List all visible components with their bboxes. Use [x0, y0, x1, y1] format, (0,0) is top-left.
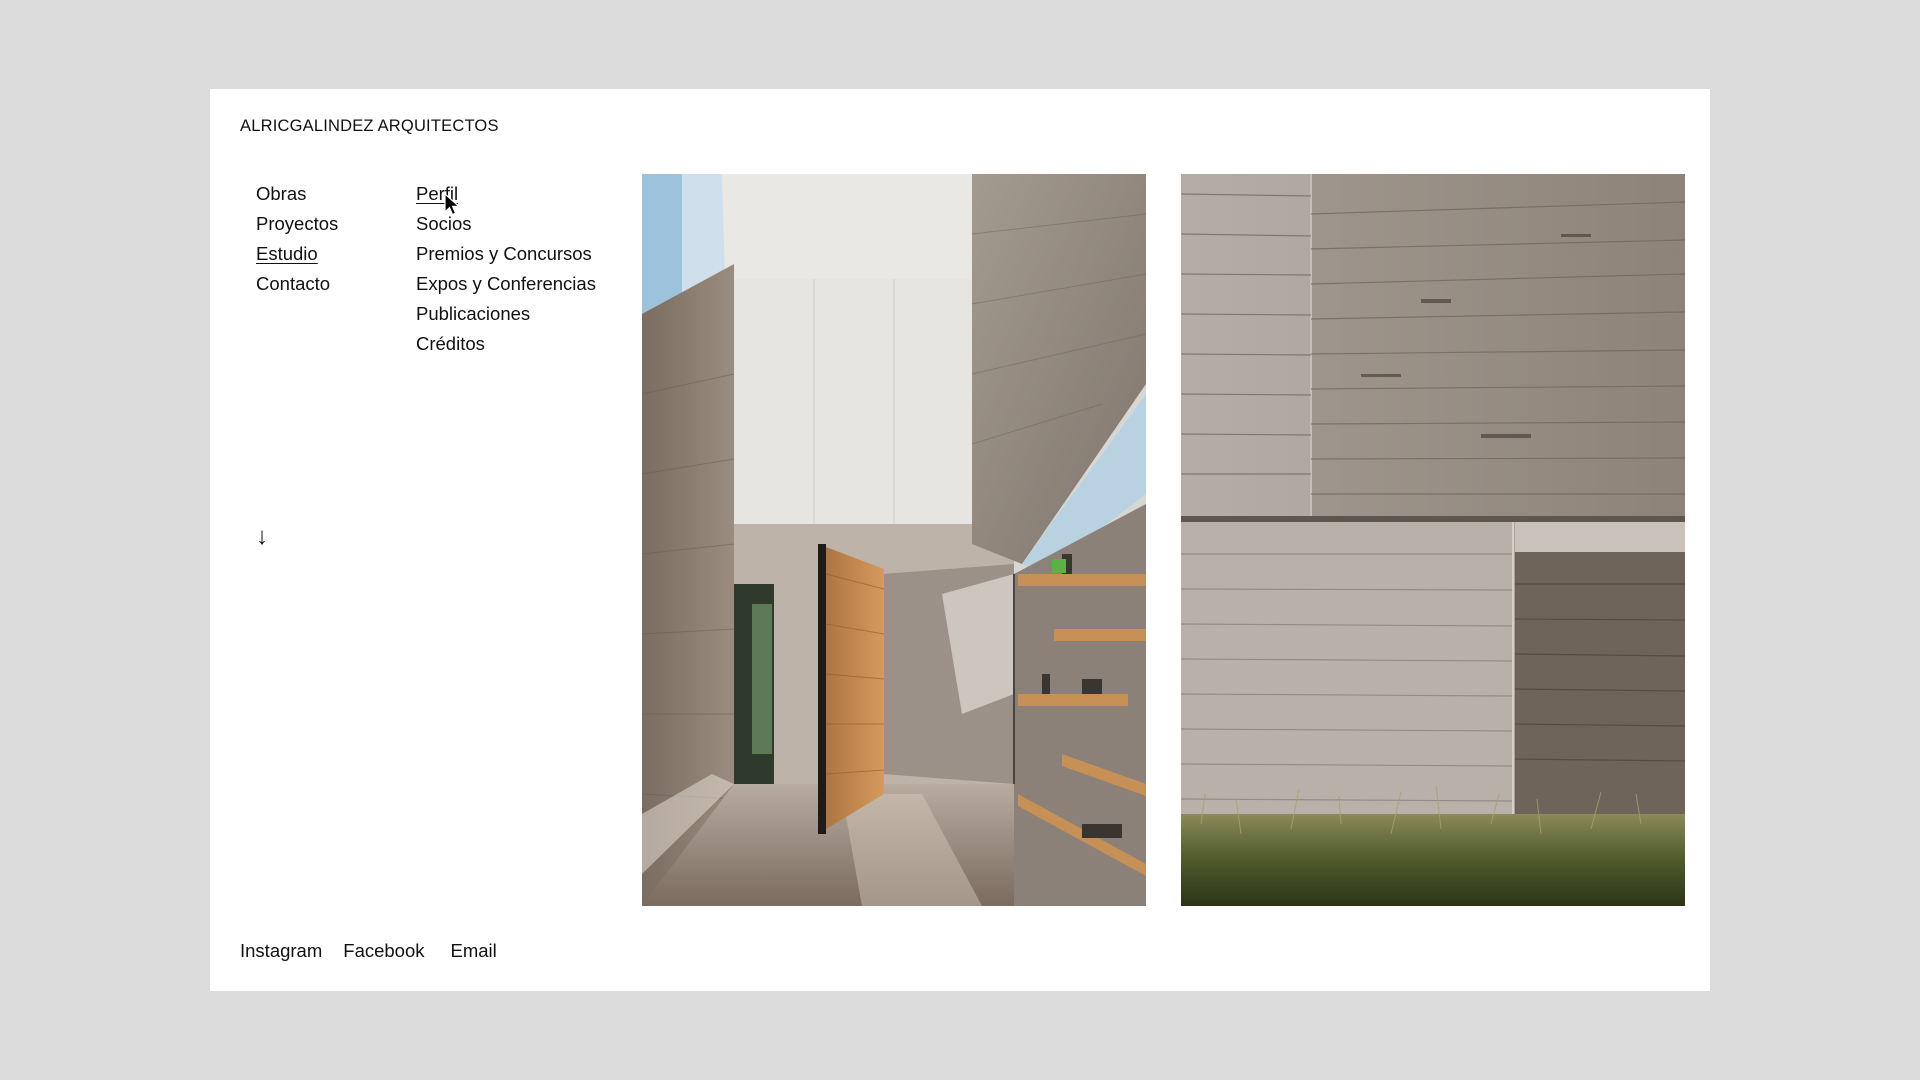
email-link[interactable]: Email [451, 940, 497, 962]
instagram-link[interactable]: Instagram [240, 940, 322, 962]
nav-item-estudio[interactable]: Estudio [256, 239, 338, 269]
concrete-facade-photo[interactable] [1181, 174, 1685, 906]
brand-logo[interactable]: ALRICGALINDEZ ARQUITECTOS [240, 117, 499, 136]
subnav-item-premios[interactable]: Premios y Concursos [416, 239, 596, 269]
secondary-nav: Perfil Socios Premios y Concursos Expos … [416, 179, 596, 359]
subnav-item-expos[interactable]: Expos y Conferencias [416, 269, 596, 299]
subnav-item-socios[interactable]: Socios [416, 209, 596, 239]
arrow-down-icon[interactable]: ↓ [256, 525, 268, 549]
primary-nav: Obras Proyectos Estudio Contacto [256, 179, 338, 299]
mouse-pointer-icon [444, 193, 461, 216]
nav-item-obras[interactable]: Obras [256, 179, 338, 209]
social-links: Instagram Facebook Email [240, 940, 497, 962]
subnav-item-creditos[interactable]: Créditos [416, 329, 596, 359]
nav-item-proyectos[interactable]: Proyectos [256, 209, 338, 239]
nav-item-contacto[interactable]: Contacto [256, 269, 338, 299]
subnav-item-perfil[interactable]: Perfil [416, 179, 596, 209]
site-frame: ALRICGALINDEZ ARQUITECTOS Obras Proyecto… [210, 89, 1710, 991]
facebook-link[interactable]: Facebook [343, 940, 424, 962]
subnav-item-publicaciones[interactable]: Publicaciones [416, 299, 596, 329]
interior-entrance-photo[interactable] [642, 174, 1146, 906]
